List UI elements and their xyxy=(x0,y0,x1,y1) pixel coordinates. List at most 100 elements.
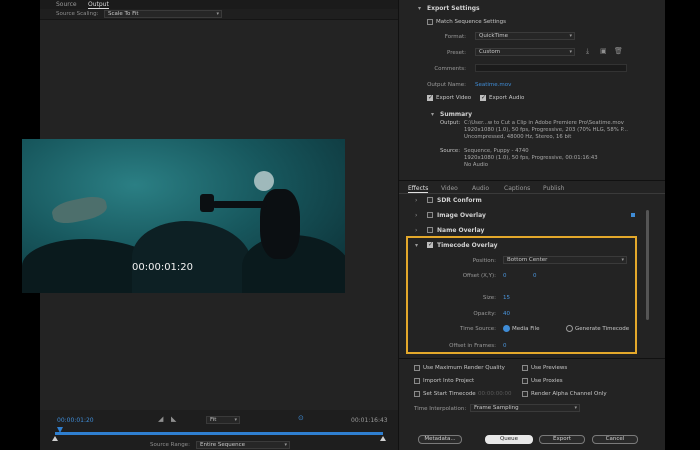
chevron-down-icon[interactable]: ▾ xyxy=(418,5,421,12)
tab-source[interactable]: Source xyxy=(56,1,77,8)
timecode-overlay-label: Timecode Overlay xyxy=(437,242,498,249)
chevron-down-icon: ▾ xyxy=(284,442,287,448)
current-timecode[interactable]: 00:00:01:20 xyxy=(57,417,94,424)
use-proxies-checkbox[interactable] xyxy=(522,378,528,384)
delete-preset-icon[interactable]: 🗑 xyxy=(614,47,623,55)
use-previews-label: Use Previews xyxy=(531,365,568,371)
summary-source-line: Sequence, Puppy - 4740 xyxy=(464,148,529,154)
queue-button[interactable]: Queue xyxy=(485,435,533,444)
match-sequence-checkbox[interactable] xyxy=(427,19,433,25)
set-start-timecode-checkbox[interactable] xyxy=(414,391,420,397)
use-previews-checkbox[interactable] xyxy=(522,365,528,371)
output-name-label: Output Name: xyxy=(427,82,466,88)
export-video-checkbox[interactable] xyxy=(427,94,433,101)
use-proxies-label: Use Proxies xyxy=(531,378,563,384)
import-into-project-checkbox[interactable] xyxy=(414,378,420,384)
time-interpolation-dropdown[interactable]: Frame Sampling ▾ xyxy=(470,404,580,412)
render-alpha-checkbox[interactable] xyxy=(522,391,528,397)
fit-dropdown[interactable]: Fit ▾ xyxy=(206,416,240,424)
metadata-button[interactable]: Metadata... xyxy=(418,435,462,444)
generate-timecode-radio[interactable] xyxy=(566,325,573,332)
sdr-conform-checkbox[interactable] xyxy=(427,197,433,203)
size-value[interactable]: 15 xyxy=(503,295,510,301)
effect-indicator-icon xyxy=(631,213,635,217)
export-button[interactable]: Export xyxy=(539,435,585,444)
start-timecode-value[interactable]: 00:00:00:00 xyxy=(478,391,512,397)
cancel-button[interactable]: Cancel xyxy=(592,435,638,444)
preset-label: Preset: xyxy=(446,50,466,56)
format-dropdown[interactable]: QuickTime ▾ xyxy=(475,32,575,40)
range-in-marker[interactable] xyxy=(52,436,58,441)
image-overlay-checkbox[interactable] xyxy=(427,212,433,218)
export-audio-label: Export Audio xyxy=(489,95,525,101)
export-settings-title: Export Settings xyxy=(427,5,480,12)
diver-mask xyxy=(254,171,274,191)
size-label: Size: xyxy=(482,295,496,301)
offset-y-value[interactable]: 0 xyxy=(533,273,537,279)
image-overlay-label: Image Overlay xyxy=(437,212,486,219)
summary-title: Summary xyxy=(440,111,473,118)
set-start-timecode-label: Set Start Timecode xyxy=(423,391,476,397)
tab-captions[interactable]: Captions xyxy=(504,185,530,192)
export-audio-checkbox[interactable] xyxy=(480,94,486,101)
summary-output-line: 1920x1080 (1.0), 50 fps, Progressive, 20… xyxy=(464,127,628,133)
chevron-down-icon[interactable]: ▾ xyxy=(431,111,434,118)
chevron-down-icon: ▾ xyxy=(569,33,572,39)
panel-divider xyxy=(399,180,665,181)
max-render-quality-checkbox[interactable] xyxy=(414,365,420,371)
tabs-divider xyxy=(399,193,665,194)
name-overlay-label: Name Overlay xyxy=(437,227,485,234)
media-file-label: Media File xyxy=(512,326,540,332)
timeline-scrubber[interactable] xyxy=(55,432,383,435)
chevron-right-icon[interactable]: › xyxy=(415,197,417,204)
save-preset-icon[interactable]: ⤓ xyxy=(586,47,589,56)
position-dropdown[interactable]: Bottom Center ▾ xyxy=(503,256,627,264)
time-interpolation-value: Frame Sampling xyxy=(474,405,519,411)
offset-x-value[interactable]: 0 xyxy=(503,273,507,279)
source-range-dropdown[interactable]: Entire Sequence ▾ xyxy=(196,441,290,449)
diver-arm xyxy=(212,201,267,208)
tab-output[interactable]: Output xyxy=(88,1,109,9)
summary-output-line: C:\User...w to Cut a Clip in Adobe Premi… xyxy=(464,120,624,126)
safe-margins-icon[interactable]: ⊙ xyxy=(298,414,304,422)
range-out-marker[interactable] xyxy=(380,436,386,441)
source-range-label: Source Range: xyxy=(150,442,190,448)
tab-video[interactable]: Video xyxy=(441,185,458,192)
output-name-link[interactable]: Seatime.mov xyxy=(475,82,511,88)
summary-output-label: Output: xyxy=(440,120,461,126)
media-file-radio[interactable] xyxy=(503,325,510,332)
mark-out-icon[interactable]: ◣ xyxy=(171,415,176,423)
source-scaling-value: Scale To Fit xyxy=(108,11,139,17)
timecode-overlay-text: 00:00:01:20 xyxy=(132,262,194,273)
export-video-label: Export Video xyxy=(436,95,472,101)
format-value: QuickTime xyxy=(479,33,509,39)
end-timecode: 00:01:16:43 xyxy=(351,417,388,424)
chevron-down-icon: ▾ xyxy=(234,417,237,423)
tab-publish[interactable]: Publish xyxy=(543,185,564,192)
source-range-value: Entire Sequence xyxy=(200,442,246,448)
preset-value: Custom xyxy=(479,49,501,55)
name-overlay-checkbox[interactable] xyxy=(427,227,433,233)
comments-input[interactable] xyxy=(475,64,627,72)
preset-dropdown[interactable]: Custom ▾ xyxy=(475,48,575,56)
seafloor-rock xyxy=(132,221,252,293)
chevron-right-icon[interactable]: › xyxy=(415,227,417,234)
transport-bar: 00:00:01:20 ◢ ◣ Fit ▾ ⊙ 00:01:16:43 Sour… xyxy=(40,410,398,450)
render-alpha-label: Render Alpha Channel Only xyxy=(531,391,607,397)
timecode-overlay-checkbox[interactable] xyxy=(427,241,433,248)
chevron-down-icon: ▾ xyxy=(574,405,577,411)
time-interpolation-label: Time Interpolation: xyxy=(414,406,467,412)
offset-frames-value[interactable]: 0 xyxy=(503,343,507,349)
import-into-project-label: Import Into Project xyxy=(423,378,475,384)
summary-source-line: 1920x1080 (1.0), 50 fps, Progressive, 00… xyxy=(464,155,598,161)
chevron-down-icon: ▾ xyxy=(621,257,624,263)
import-preset-icon[interactable]: ▣ xyxy=(600,47,607,55)
opacity-value[interactable]: 40 xyxy=(503,311,510,317)
chevron-down-icon[interactable]: ▾ xyxy=(415,242,418,249)
tab-effects[interactable]: Effects xyxy=(408,185,429,193)
chevron-right-icon[interactable]: › xyxy=(415,212,417,219)
mark-in-icon[interactable]: ◢ xyxy=(158,415,163,423)
source-scaling-dropdown[interactable]: Scale To Fit ▾ xyxy=(104,10,222,18)
effects-scrollbar[interactable] xyxy=(646,210,649,320)
tab-audio[interactable]: Audio xyxy=(472,185,489,192)
